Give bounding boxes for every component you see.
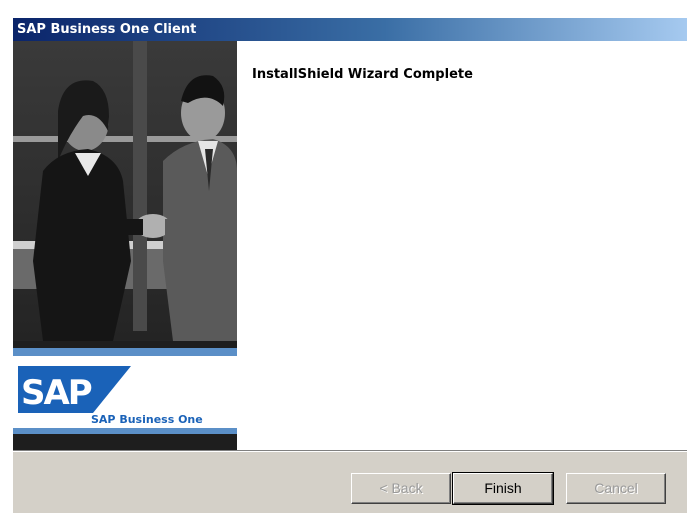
- wizard-content: SAP SAP Business One InstallShield Wizar…: [13, 41, 687, 450]
- logo-text: SAP: [21, 373, 92, 413]
- business-handshake-photo: SAP SAP Business One: [13, 41, 237, 450]
- finish-button[interactable]: Finish: [452, 472, 554, 505]
- banner-image: SAP SAP Business One: [13, 41, 237, 450]
- window-title: SAP Business One Client: [17, 22, 197, 37]
- page-title: InstallShield Wizard Complete: [252, 67, 473, 82]
- footer-divider: [13, 450, 687, 452]
- product-text: SAP Business One: [91, 413, 203, 426]
- back-button[interactable]: < Back: [351, 473, 451, 504]
- installer-window: SAP Business One Client SAP SAP Business…: [12, 17, 687, 513]
- title-bar[interactable]: SAP Business One Client: [13, 18, 687, 41]
- cancel-button[interactable]: Cancel: [566, 473, 666, 504]
